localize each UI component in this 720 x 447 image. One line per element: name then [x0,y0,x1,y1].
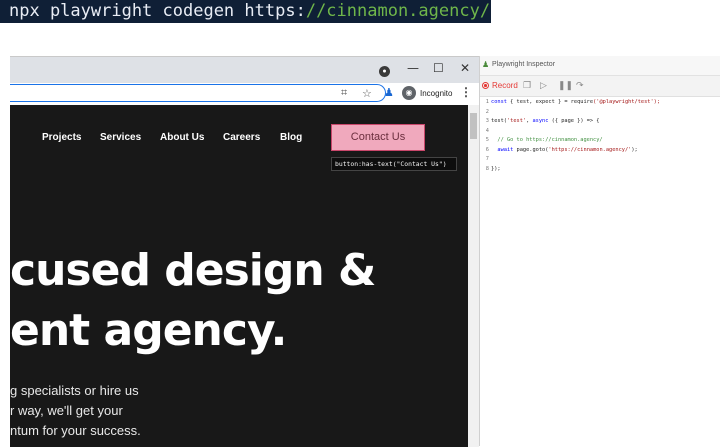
nav-about-us[interactable]: About Us [160,132,204,143]
code-line: 7 [480,155,720,165]
line-number: 3 [485,118,489,124]
scrollbar-thumb[interactable] [470,113,477,139]
record-button[interactable]: Record [492,81,518,90]
code-token: require [570,99,594,105]
nav-blog[interactable]: Blog [280,132,302,143]
line-number: 8 [485,165,489,172]
selector-tooltip: button:has-text("Contact Us") [331,157,457,171]
codegen-command: npx playwright codegen [9,1,245,21]
pause-icon[interactable]: ❚❚ [558,80,573,91]
terminal-command-bar: npx playwright codegen https://cinnamon.… [0,0,491,23]
code-line: 6 await page.goto('https://cinnamon.agen… [480,146,720,156]
install-app-icon[interactable]: ⌗ [341,87,347,100]
line-number: 4 [485,127,489,134]
playwright-logo-icon: ♟ [482,60,490,69]
bookmark-star-icon[interactable]: ☆ [362,87,372,100]
tab-bar: ● — ☐ ✕ [10,57,479,83]
line-number: 2 [485,108,489,115]
code-token: async [532,118,549,124]
copy-icon[interactable]: ❐ [523,80,531,91]
record-icon[interactable] [482,82,489,89]
code-line: 2 [480,108,720,118]
step-over-icon[interactable]: ↷ [576,80,584,91]
playwright-inspector-window: ♟ Playwright Inspector Record ❐ ▷ ❚❚ ↷ 1… [479,56,720,446]
code-token: }); [491,165,501,172]
address-bar[interactable]: ⌗ ☆ [10,84,386,102]
close-button[interactable]: ✕ [460,61,470,75]
page-scrollbar[interactable] [468,105,479,447]
command-url-host: //cinnamon.agency/ [305,1,491,21]
hero-subtext-line-3: ntum for your success. [10,423,141,438]
maximize-button[interactable]: ☐ [433,61,444,75]
hero-heading-line-2: ent agency. [10,305,287,356]
command-url-scheme: https: [244,1,306,21]
code-line: 4 [480,127,720,137]
hero-subtext-line-2: r way, we'll get your [10,403,123,418]
code-token: await [491,146,514,153]
inspector-title: Playwright Inspector [492,61,556,68]
minimize-button[interactable]: — [407,61,419,75]
incognito-label: Incognito [420,89,453,98]
code-token: ); [631,146,638,153]
code-token: const [491,99,507,105]
contact-us-button[interactable]: Contact Us [331,124,425,151]
inspector-toolbar: Record ❐ ▷ ❚❚ ↷ [480,76,720,97]
code-editor[interactable]: 1 const { test, expect } = require('@play… [480,98,720,174]
code-token: // Go to https://cinnamon.agency/ [491,137,603,143]
line-number: 7 [485,156,489,162]
line-number: 1 [485,99,489,105]
code-token: 'https://cinnamon.agency/' [548,146,632,153]
code-line: 5 // Go to https://cinnamon.agency/ [480,136,720,146]
playwright-extension-icon[interactable]: ♟ [384,86,394,99]
code-token: page.goto( [513,146,549,153]
code-token: test( [491,118,507,124]
code-token: { test, expect } = [506,99,571,105]
nav-careers[interactable]: Careers [223,132,260,143]
code-token: ('@playwright/test'); [593,99,661,105]
hero-subtext-line-1: g specialists or hire us [10,383,139,398]
code-token: 'test' [506,118,527,124]
hero-heading-line-1: cused design & [10,245,376,296]
incognito-icon[interactable]: ◉ [402,86,416,100]
code-token: ({ page }) => { [548,118,600,124]
code-line: 1 const { test, expect } = require('@play… [480,98,720,108]
line-number: 6 [485,146,489,153]
code-line: 3 test('test', async ({ page }) => { [480,117,720,127]
recording-indicator-icon: ● [379,66,390,77]
line-number: 5 [485,137,489,143]
webpage-viewport: Projects Services About Us Careers Blog … [10,105,468,447]
resume-icon[interactable]: ▷ [540,80,547,91]
browser-menu-icon[interactable]: ⋮ [460,85,472,99]
inspector-title-bar: ♟ Playwright Inspector [480,56,720,76]
code-line: 8}); [480,165,720,175]
nav-services[interactable]: Services [100,132,141,143]
browser-window: ● — ☐ ✕ ⌗ ☆ ♟ ◉ Incognito ⋮ Projects Ser… [10,56,479,447]
nav-projects[interactable]: Projects [42,132,81,143]
